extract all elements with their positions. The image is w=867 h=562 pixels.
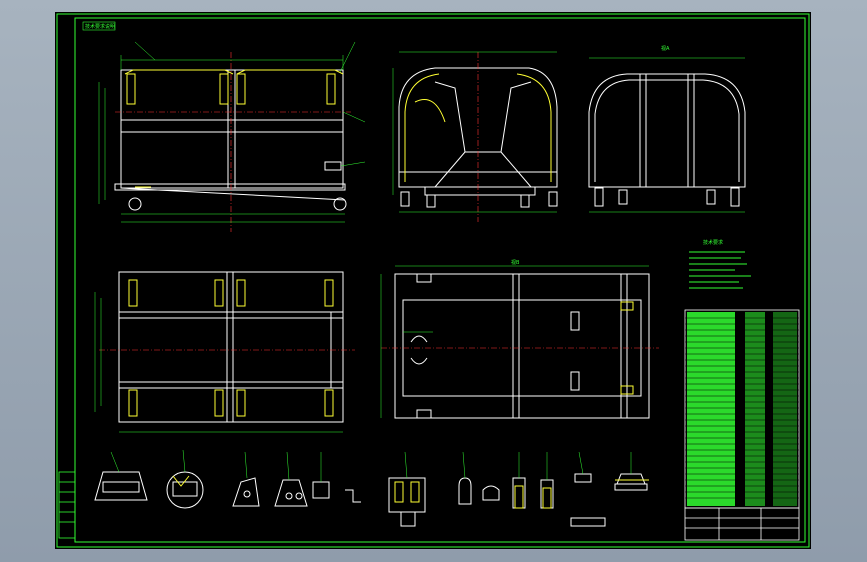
view-label-b: 视B: [511, 259, 520, 266]
plan-view-hidden: [128, 279, 334, 417]
notes-title: 技术要求: [703, 239, 723, 246]
bottom-view: [394, 273, 650, 419]
side-view-a-dims: [392, 51, 557, 213]
front-view-hidden: [124, 69, 344, 188]
plan-view: [118, 271, 344, 423]
detail-parts: [94, 471, 648, 527]
cad-drawing: 技术要求说明 视A 视B 技术要求: [56, 13, 810, 548]
view-label-a: 视A: [661, 45, 670, 52]
left-margin-stamp: [58, 471, 76, 539]
detail-leaders: [110, 449, 632, 482]
cad-viewport[interactable]: 技术要求说明 视A 视B 技术要求: [0, 0, 867, 562]
front-view-center: [115, 52, 351, 232]
bottom-view-dims: [380, 265, 649, 418]
tech-notes: [689, 251, 751, 289]
stamp-label: 技术要求说明: [85, 23, 115, 30]
parts-list-table: [684, 309, 800, 509]
side-view-right: [588, 73, 746, 207]
front-view: [114, 69, 347, 211]
drawing-sheet[interactable]: 技术要求说明 视A 视B 技术要求: [55, 12, 811, 549]
plan-view-dims: [94, 292, 343, 433]
title-block: [684, 507, 800, 541]
side-view-right-dims: [589, 57, 745, 213]
